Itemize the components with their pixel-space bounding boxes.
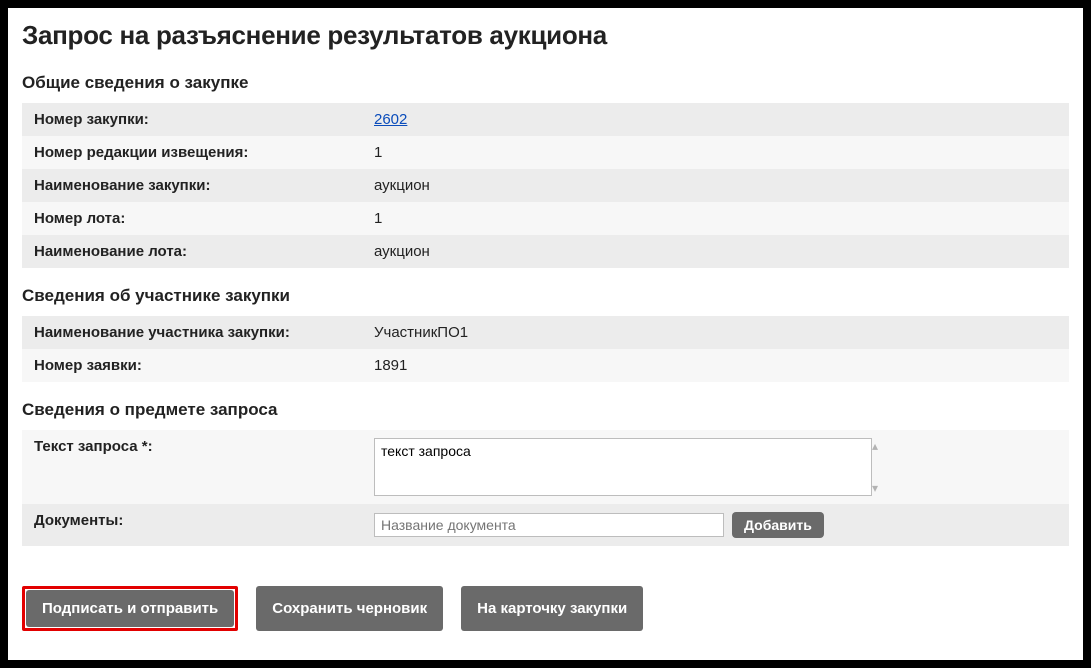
section-heading-request: Сведения о предмете запроса xyxy=(22,400,1069,420)
lot-name-value: аукцион xyxy=(362,235,1069,268)
participant-info-table: Наименование участника закупки: Участник… xyxy=(22,316,1069,382)
section-heading-general: Общие сведения о закупке xyxy=(22,73,1069,93)
purchase-name-label: Наименование закупки: xyxy=(22,169,362,202)
lot-name-label: Наименование лота: xyxy=(22,235,362,268)
notice-revision-value: 1 xyxy=(362,136,1069,169)
table-row: Номер лота: 1 xyxy=(22,202,1069,235)
page-title: Запрос на разъяснение результатов аукцио… xyxy=(22,20,1069,51)
request-text-input[interactable] xyxy=(374,438,872,496)
table-row: Наименование закупки: аукцион xyxy=(22,169,1069,202)
chevron-down-icon: ▾ xyxy=(872,482,886,494)
action-bar: Подписать и отправить Сохранить черновик… xyxy=(22,586,1069,631)
table-row: Номер редакции извещения: 1 xyxy=(22,136,1069,169)
participant-name-value: УчастникПО1 xyxy=(362,316,1069,349)
request-text-label: Текст запроса *: xyxy=(22,430,362,504)
general-info-table: Номер закупки: 2602 Номер редакции извещ… xyxy=(22,103,1069,268)
add-document-button[interactable]: Добавить xyxy=(732,512,824,538)
request-info-table: Текст запроса *: ▴ ▾ Документы: Добавить xyxy=(22,430,1069,546)
table-row: Наименование лота: аукцион xyxy=(22,235,1069,268)
table-row: Номер закупки: 2602 xyxy=(22,103,1069,136)
documents-label: Документы: xyxy=(22,504,362,546)
participant-name-label: Наименование участника закупки: xyxy=(22,316,362,349)
lot-number-label: Номер лота: xyxy=(22,202,362,235)
document-name-input[interactable] xyxy=(374,513,724,537)
table-row: Текст запроса *: ▴ ▾ xyxy=(22,430,1069,504)
notice-revision-label: Номер редакции извещения: xyxy=(22,136,362,169)
table-row: Номер заявки: 1891 xyxy=(22,349,1069,382)
application-number-value: 1891 xyxy=(362,349,1069,382)
purchase-name-value: аукцион xyxy=(362,169,1069,202)
application-number-label: Номер заявки: xyxy=(22,349,362,382)
save-draft-button[interactable]: Сохранить черновик xyxy=(256,586,443,631)
to-purchase-card-button[interactable]: На карточку закупки xyxy=(461,586,643,631)
lot-number-value: 1 xyxy=(362,202,1069,235)
sign-and-send-button[interactable]: Подписать и отправить xyxy=(26,590,234,627)
highlight-frame: Подписать и отправить xyxy=(22,586,238,631)
chevron-up-icon: ▴ xyxy=(872,440,886,452)
table-row: Наименование участника закупки: Участник… xyxy=(22,316,1069,349)
purchase-number-link[interactable]: 2602 xyxy=(374,111,407,128)
purchase-number-label: Номер закупки: xyxy=(22,103,362,136)
textarea-scrollbar[interactable]: ▴ ▾ xyxy=(872,438,886,496)
section-heading-participant: Сведения об участнике закупки xyxy=(22,286,1069,306)
table-row: Документы: Добавить xyxy=(22,504,1069,546)
